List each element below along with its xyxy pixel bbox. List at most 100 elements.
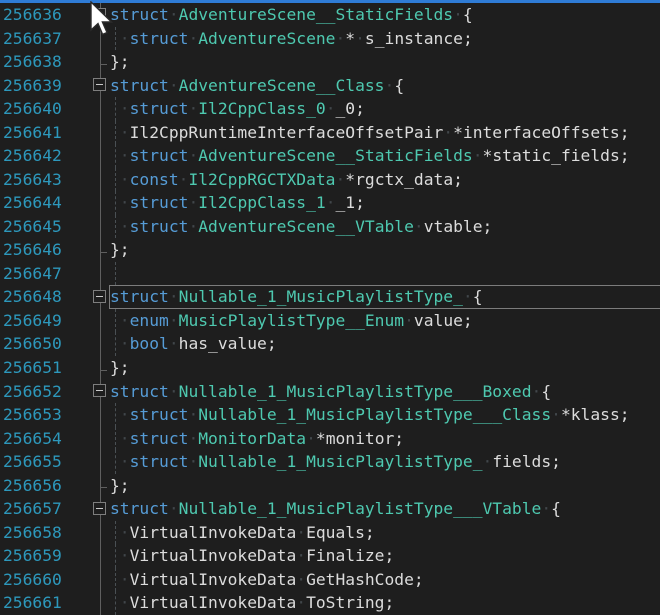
folding-margin xyxy=(65,215,110,239)
code-line[interactable]: 256650 ·bool·has_value; xyxy=(0,332,660,356)
fold-toggle-icon[interactable] xyxy=(93,502,106,515)
whitespace-dot: · xyxy=(169,499,179,518)
code-text[interactable]: ·struct·AdventureScene·*·s_instance; xyxy=(110,27,660,51)
code-line[interactable]: 256653 ·struct·Nullable_1_MusicPlaylistT… xyxy=(0,403,660,427)
line-number: 256651 xyxy=(0,356,65,380)
whitespace-dots: · xyxy=(110,123,130,142)
code-text[interactable] xyxy=(110,262,660,286)
code-line[interactable]: 256644 ·struct·Il2CppClass_1·_1; xyxy=(0,191,660,215)
whitespace-dot: · xyxy=(188,405,198,424)
code-line[interactable]: 256649 ·enum·MusicPlaylistType__Enum·val… xyxy=(0,309,660,333)
keyword-token: struct xyxy=(130,193,189,212)
indent-guide xyxy=(115,191,116,215)
code-token: s_instance; xyxy=(365,29,473,48)
whitespace-dot: · xyxy=(355,29,365,48)
code-line[interactable]: 256652struct·Nullable_1_MusicPlaylistTyp… xyxy=(0,380,660,404)
folding-margin xyxy=(65,403,110,427)
keyword-token: struct xyxy=(110,499,169,518)
mouse-cursor-icon xyxy=(90,1,116,39)
code-line[interactable]: 256658 ·VirtualInvokeData·Equals; xyxy=(0,521,660,545)
code-text[interactable]: ·struct·Il2CppClass_0·_0; xyxy=(110,97,660,121)
code-token: Finalize; xyxy=(306,546,394,565)
code-token: VirtualInvokeData xyxy=(130,523,297,542)
code-text[interactable]: ·struct·MonitorData·*monitor; xyxy=(110,427,660,451)
code-line[interactable]: 256645 ·struct·AdventureScene__VTable·vt… xyxy=(0,215,660,239)
line-number: 256645 xyxy=(0,215,65,239)
code-text[interactable]: struct·Nullable_1_MusicPlaylistType_·{ xyxy=(110,285,660,309)
code-token: _1; xyxy=(336,193,365,212)
code-token: }; xyxy=(110,52,130,71)
code-text[interactable]: ·struct·Il2CppClass_1·_1; xyxy=(110,191,660,215)
code-text[interactable]: ·VirtualInvokeData·ToString; xyxy=(110,591,660,615)
code-text[interactable]: ·VirtualInvokeData·Equals; xyxy=(110,521,660,545)
keyword-token: struct xyxy=(130,29,189,48)
fold-end-tick xyxy=(100,238,107,253)
whitespace-dots: · xyxy=(110,334,130,353)
code-lines-container: 256636struct·AdventureScene__StaticField… xyxy=(0,3,660,615)
whitespace-dot: · xyxy=(414,217,424,236)
code-line[interactable]: 256640 ·struct·Il2CppClass_0·_0; xyxy=(0,97,660,121)
code-text[interactable]: struct·AdventureScene__StaticFields·{ xyxy=(110,3,660,27)
code-text[interactable]: ·VirtualInvokeData·GetHashCode; xyxy=(110,568,660,592)
type-token: MonitorData xyxy=(198,429,306,448)
code-text[interactable]: ·enum·MusicPlaylistType__Enum·value; xyxy=(110,309,660,333)
code-text[interactable]: ·struct·AdventureScene__StaticFields·*st… xyxy=(110,144,660,168)
code-text[interactable]: struct·Nullable_1_MusicPlaylistType___Bo… xyxy=(110,380,660,404)
keyword-token: struct xyxy=(130,452,189,471)
whitespace-dot: · xyxy=(453,5,463,24)
code-text[interactable]: ·Il2CppRuntimeInterfaceOffsetPair·*inter… xyxy=(110,121,660,145)
line-number: 256639 xyxy=(0,74,65,98)
fold-end-tick xyxy=(100,474,107,489)
keyword-token: bool xyxy=(130,334,169,353)
folding-margin xyxy=(65,285,110,309)
code-line[interactable]: 256647 xyxy=(0,262,660,286)
code-text[interactable]: ·const·Il2CppRGCTXData·*rgctx_data; xyxy=(110,168,660,192)
code-text[interactable]: ·struct·AdventureScene__VTable·vtable; xyxy=(110,215,660,239)
code-line[interactable]: 256661 ·VirtualInvokeData·ToString; xyxy=(0,591,660,615)
indent-guide xyxy=(115,544,116,568)
code-line[interactable]: 256639 struct·AdventureScene__Class·{ xyxy=(0,74,660,98)
fold-toggle-icon[interactable] xyxy=(93,78,106,91)
type-token: Il2CppClass_0 xyxy=(198,99,325,118)
line-number: 256637 xyxy=(0,27,65,51)
code-token: { xyxy=(541,382,551,401)
code-text[interactable]: struct·Nullable_1_MusicPlaylistType___VT… xyxy=(110,497,660,521)
code-line[interactable]: 256657struct·Nullable_1_MusicPlaylistTyp… xyxy=(0,497,660,521)
code-line[interactable]: 256646}; xyxy=(0,238,660,262)
code-line[interactable]: 256643 ·const·Il2CppRGCTXData·*rgctx_dat… xyxy=(0,168,660,192)
whitespace-dot: · xyxy=(385,76,395,95)
fold-toggle-icon[interactable] xyxy=(93,384,106,397)
code-line[interactable]: 256660 ·VirtualInvokeData·GetHashCode; xyxy=(0,568,660,592)
code-text[interactable]: ·struct·Nullable_1_MusicPlaylistType_·fi… xyxy=(110,450,660,474)
code-text[interactable]: struct·AdventureScene__Class·{ xyxy=(110,74,660,98)
code-line[interactable]: 256642 ·struct·AdventureScene__StaticFie… xyxy=(0,144,660,168)
code-line[interactable]: 256638}; xyxy=(0,50,660,74)
folding-margin xyxy=(65,380,110,404)
code-line[interactable]: 256654 ·struct·MonitorData·*monitor; xyxy=(0,427,660,451)
code-text[interactable]: ·bool·has_value; xyxy=(110,332,660,356)
code-text[interactable]: }; xyxy=(110,474,660,498)
indent-guide xyxy=(115,403,116,427)
code-text[interactable]: ·VirtualInvokeData·Finalize; xyxy=(110,544,660,568)
code-text[interactable]: ·struct·Nullable_1_MusicPlaylistType___C… xyxy=(110,403,660,427)
code-text[interactable]: }; xyxy=(110,238,660,262)
code-line[interactable]: 256656}; xyxy=(0,474,660,498)
code-line[interactable]: 256641 ·Il2CppRuntimeInterfaceOffsetPair… xyxy=(0,121,660,145)
fold-toggle-icon[interactable] xyxy=(93,290,106,303)
line-number: 256638 xyxy=(0,50,65,74)
whitespace-dot: · xyxy=(335,29,345,48)
code-text[interactable]: }; xyxy=(110,356,660,380)
indent-guide xyxy=(115,591,116,615)
code-line[interactable]: 256648struct·Nullable_1_MusicPlaylistTyp… xyxy=(0,285,660,309)
fold-end-tick xyxy=(100,50,107,65)
code-line[interactable]: 256655 ·struct·Nullable_1_MusicPlaylistT… xyxy=(0,450,660,474)
code-token: *rgctx_data; xyxy=(345,170,463,189)
code-token: { xyxy=(473,287,483,306)
code-text[interactable]: }; xyxy=(110,50,660,74)
whitespace-dot: · xyxy=(443,123,453,142)
code-token: { xyxy=(463,5,473,24)
code-line[interactable]: 256659 ·VirtualInvokeData·Finalize; xyxy=(0,544,660,568)
folding-margin xyxy=(65,50,110,74)
whitespace-dots: · xyxy=(110,99,130,118)
code-line[interactable]: 256651}; xyxy=(0,356,660,380)
